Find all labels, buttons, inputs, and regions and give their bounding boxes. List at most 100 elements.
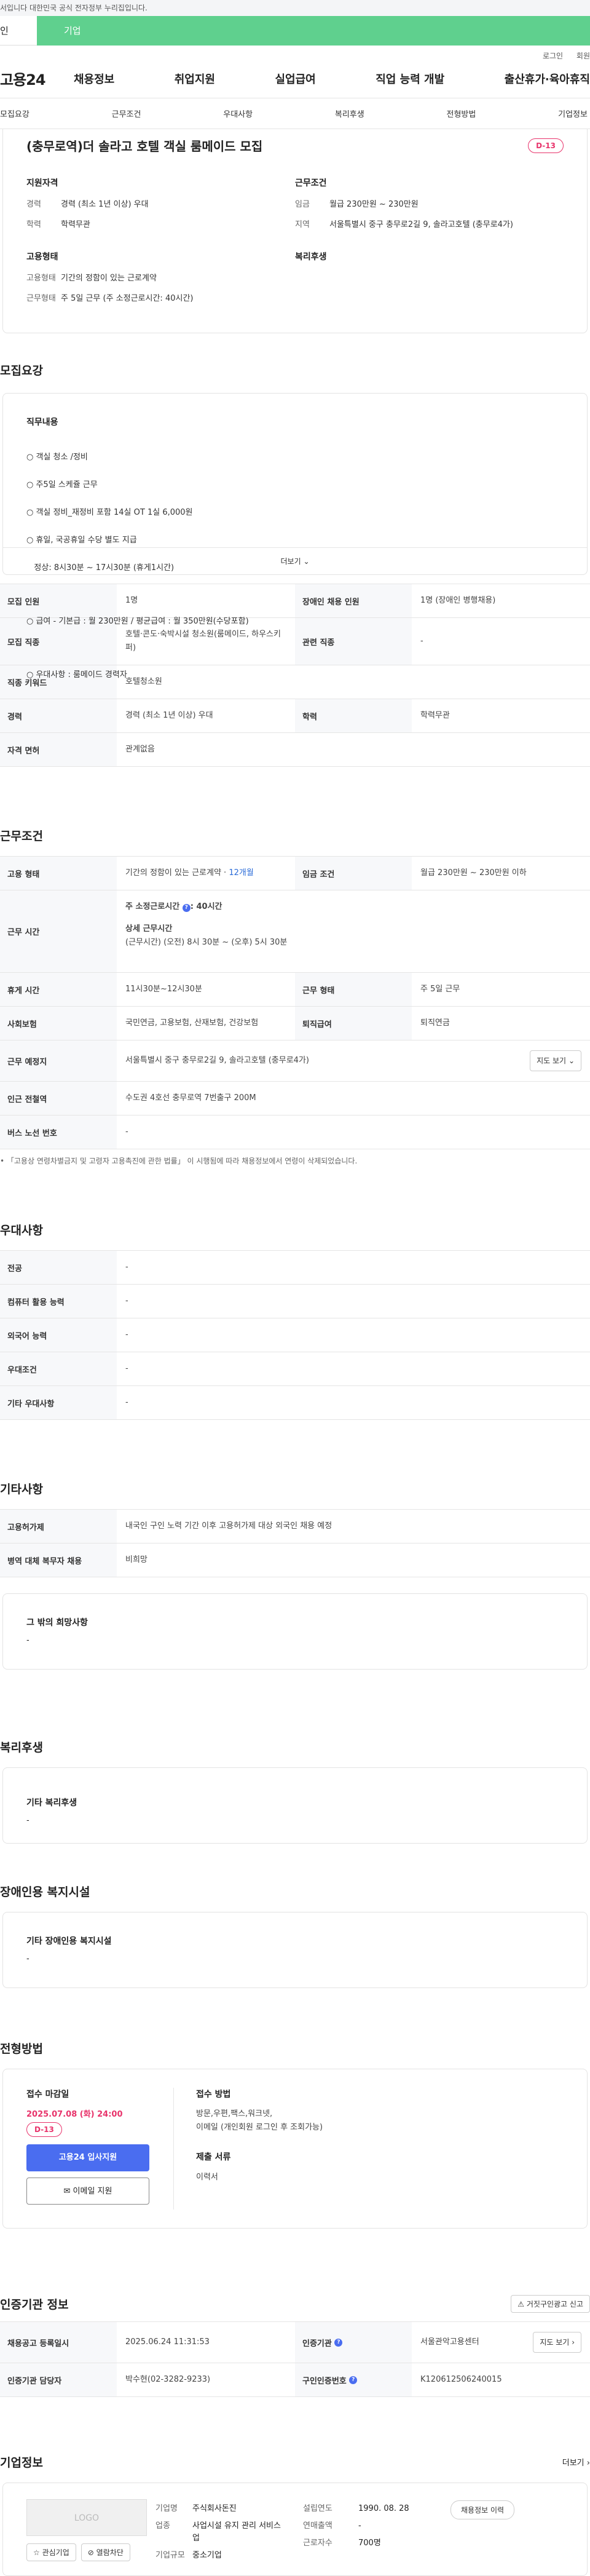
company-info-label: 업종	[155, 2521, 170, 2530]
welfare-heading: 복리후생	[295, 252, 327, 262]
work-label: 임금	[295, 200, 310, 209]
company-more-link[interactable]: 더보기 ›	[562, 2456, 590, 2468]
cell-value: -	[125, 1364, 128, 1373]
work-label: 지역	[295, 220, 310, 229]
cell-label: 채용공고 등록일시	[0, 2322, 117, 2363]
info-icon[interactable]: ?	[334, 2338, 343, 2347]
star-icon: ☆	[33, 2548, 40, 2557]
company-logo: LOGO	[26, 2499, 147, 2536]
qual-value: 경력 (최소 1년 이상) 우대	[61, 200, 149, 209]
gnb-item-employment-support[interactable]: 취업지원	[175, 71, 215, 87]
company-info-label: 연매출액	[303, 2521, 332, 2530]
email-apply-button[interactable]: ✉ 이메일 지원	[26, 2178, 149, 2205]
age-notice: • 「고용상 연령차별금지 및 고령자 고용촉진에 관한 법률」 이 시행됨에 …	[0, 1157, 358, 1165]
company-more-label: 더보기	[562, 2459, 584, 2468]
apply-button[interactable]: 고용24 입사지원	[26, 2144, 149, 2171]
gnb-item-unemployment-benefit[interactable]: 실업급여	[275, 71, 316, 87]
block-company-button[interactable]: ⊘ 열람차단	[81, 2543, 130, 2561]
cell-label: 인근 전철역	[0, 1082, 117, 1115]
other-wish-box: 그 밖의 희망사항 -	[2, 1593, 588, 1670]
cell-label: 근무 예정지	[0, 1040, 117, 1081]
table-row: 컴퓨터 활용 능력 -	[0, 1285, 590, 1318]
section-nav: 모집요강 근무조건 우대사항 복리후생 전형방법 기업정보	[0, 98, 590, 129]
section-nav-recruit[interactable]: 모집요강	[0, 108, 30, 119]
work-value: 월급 230만원 ~ 230만원	[329, 200, 419, 209]
cell-value: 수도권 4호선 충무로역 7번출구 200M	[125, 1093, 256, 1103]
disability-box-heading: 기타 장애인용 복지시설	[26, 1936, 112, 1946]
table-row: 사회보험 국민연금, 고용보험, 산재보험, 건강보험 퇴직급여 퇴직연금	[0, 1007, 590, 1040]
agency-table: 채용공고 등록일시 2025.06.24 11:31:53 인증기관 ? 서울관악고…	[0, 2321, 590, 2397]
info-icon[interactable]: ?	[182, 904, 191, 912]
cell-value: 경력 (최소 1년 이상) 우대	[125, 711, 213, 720]
disability-box: 기타 장애인용 복지시설 -	[2, 1912, 588, 1988]
section-nav-company[interactable]: 기업정보	[558, 108, 588, 119]
job-title: (충무로역)더 솔라고 호텔 객실 룸메이드 모집	[26, 139, 263, 154]
company-section-title: 기업정보	[0, 2456, 43, 2470]
more-button[interactable]: 더보기 ⌄	[3, 547, 587, 574]
weekly-hours-label: 주 소정근로시간	[125, 902, 183, 911]
cell-label: 퇴직급여	[295, 1007, 412, 1040]
tab-individual[interactable]: 인	[0, 16, 37, 46]
method-line: 이메일 (개인회원 로그인 후 조회가능)	[196, 2123, 323, 2132]
tab-business[interactable]: 기업	[37, 16, 590, 46]
table-row: 고용 형태 기간의 정함이 있는 근로계약 · 12개월 임금 조건 월급 230만…	[0, 857, 590, 890]
site-logo[interactable]: 고용24	[0, 68, 68, 89]
chevron-down-icon: ⌄	[568, 1056, 575, 1065]
disability-box-value: -	[26, 1954, 30, 1964]
table-row: 외국어 능력 -	[0, 1318, 590, 1352]
table-row: 휴게 시간 11시30분~12시30분 근무 형태 주 5일 근무	[0, 973, 590, 1007]
company-info-value: 1990. 08. 28	[358, 2504, 409, 2513]
cell-label: 자격 면허	[0, 733, 117, 766]
workplace-address: 서울특별시 중구 충무로2길 9, 솔라고호텔 (충무로4가)	[125, 1056, 309, 1065]
gnb-item-vocational-training[interactable]: 직업 능력 개발	[376, 71, 444, 87]
company-info-value: 주식회사돈진	[192, 2504, 237, 2513]
cell-label: 인증기관 ?	[295, 2322, 412, 2363]
other-wish-value: -	[26, 1636, 30, 1645]
method-text: 방문,우편,팩스,워크넷, 이메일 (개인회원 로그인 후 조회가능)	[196, 2107, 564, 2134]
agency-section-title: 인증기관 정보	[0, 2298, 69, 2312]
duty-line: ○ 휴일, 국공휴일 수당 별도 지급	[26, 536, 137, 545]
company-info-value: 사업시설 유지 관리 서비스업	[192, 2521, 281, 2543]
conditions-section-title: 근무조건	[0, 830, 43, 843]
info-icon[interactable]: ?	[349, 2376, 358, 2384]
login-link[interactable]: 로그인	[543, 52, 563, 60]
dday-badge: D-13	[528, 138, 564, 153]
welfare-section-title: 복리후생	[0, 1741, 43, 1754]
cell-value: -	[125, 1127, 128, 1136]
gnb-item-jobs[interactable]: 채용정보	[74, 71, 114, 87]
cell-label: 컴퓨터 활용 능력	[0, 1285, 117, 1318]
cell-value: -	[125, 1398, 128, 1407]
cell-label: 외국어 능력	[0, 1318, 117, 1352]
job-history-button[interactable]: 채용정보 이력	[450, 2500, 515, 2519]
report-icon: ⚠	[517, 2300, 525, 2308]
map-button-label: 지도 보기	[537, 1056, 567, 1065]
process-dday-badge: D-13	[26, 2122, 62, 2137]
welfare-box-value: -	[26, 1816, 30, 1825]
signup-link[interactable]: 회원	[576, 52, 590, 60]
duty-line: ○ 급여 - 기본급 : 월 230만원 / 평균급여 : 월 350만원(수당…	[26, 617, 249, 626]
section-nav-conditions[interactable]: 근무조건	[112, 108, 141, 119]
work-value: 서울특별시 중구 충무로2길 9, 솔라고호텔 (충무로4가)	[329, 220, 513, 229]
table-row: 기타 우대사항 -	[0, 1386, 590, 1420]
map-button[interactable]: 지도 보기 ⌄	[530, 1050, 581, 1071]
report-button[interactable]: ⚠ 거짓구인광고 신고	[511, 2295, 590, 2313]
section-nav-preference[interactable]: 우대사항	[223, 108, 253, 119]
table-row: 우대조건 -	[0, 1352, 590, 1386]
detail-hours-heading: 상세 근무시간	[125, 924, 173, 933]
company-info-value: 중소기업	[192, 2551, 222, 2560]
cell-label: 전공	[0, 1251, 117, 1284]
favorite-company-button[interactable]: ☆ 관심기업	[26, 2543, 76, 2561]
gnb-item-parental-leave[interactable]: 출산휴가·육아휴직	[505, 71, 590, 87]
cell-label: 학력	[295, 699, 412, 732]
agency-map-button[interactable]: 지도 보기 ›	[533, 2332, 581, 2353]
emp-type-months: 12개월	[229, 868, 254, 878]
cell-label: 인증기관 담당자	[0, 2363, 117, 2396]
recruit-section-title: 모집요강	[0, 364, 43, 378]
section-nav-welfare[interactable]: 복리후생	[335, 108, 364, 119]
cell-value: 2025.06.24 11:31:53	[125, 2337, 210, 2347]
cell-value: -	[125, 1296, 128, 1306]
method-line: 방문,우편,팩스,워크넷,	[196, 2109, 273, 2118]
work-condition-heading: 근무조건	[295, 178, 327, 188]
company-info-label: 기업규모	[155, 2551, 185, 2560]
section-nav-process[interactable]: 전형방법	[447, 108, 476, 119]
